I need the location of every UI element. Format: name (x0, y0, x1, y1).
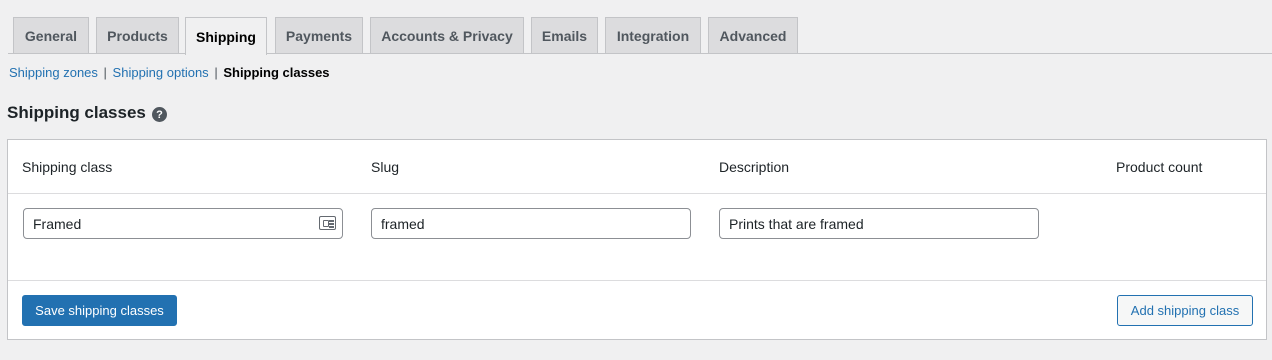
subnav-separator: | (214, 65, 218, 80)
table-footer: Save shipping classes Add shipping class (8, 282, 1266, 340)
shipping-class-description-input[interactable] (719, 208, 1039, 239)
subnav-shipping-classes-current: Shipping classes (223, 65, 330, 80)
column-header-product-count: Product count (1116, 159, 1203, 175)
subnav-shipping-options-link[interactable]: Shipping options (113, 65, 209, 80)
column-header-shipping-class: Shipping class (22, 159, 113, 175)
tab-shipping[interactable]: Shipping (185, 17, 267, 55)
table-row (8, 194, 1266, 281)
shipping-subnav: Shipping zones | Shipping options | Ship… (9, 65, 330, 80)
add-shipping-class-button[interactable]: Add shipping class (1117, 295, 1253, 326)
shipping-class-name-input[interactable] (23, 208, 343, 239)
subnav-separator: | (103, 65, 107, 80)
contact-card-icon[interactable] (319, 216, 336, 230)
column-header-slug: Slug (371, 159, 400, 175)
tab-general[interactable]: General (13, 17, 89, 54)
tab-emails[interactable]: Emails (531, 17, 598, 54)
tab-products[interactable]: Products (96, 17, 179, 54)
page-title: Shipping classes (7, 103, 146, 122)
shipping-classes-table: Shipping class Slug Description Product … (7, 139, 1267, 340)
subnav-shipping-zones-link[interactable]: Shipping zones (9, 65, 98, 80)
tab-advanced[interactable]: Advanced (708, 17, 798, 54)
table-header: Shipping class Slug Description Product … (8, 140, 1266, 194)
tab-payments[interactable]: Payments (275, 17, 363, 54)
shipping-class-slug-input[interactable] (371, 208, 691, 239)
settings-tabs: General Products Shipping Payments Accou… (0, 0, 1272, 55)
tab-accounts-privacy[interactable]: Accounts & Privacy (370, 17, 524, 54)
column-header-description: Description (719, 159, 790, 175)
save-shipping-classes-button[interactable]: Save shipping classes (22, 295, 177, 326)
help-icon[interactable]: ? (152, 107, 167, 122)
tab-integration[interactable]: Integration (605, 17, 701, 54)
